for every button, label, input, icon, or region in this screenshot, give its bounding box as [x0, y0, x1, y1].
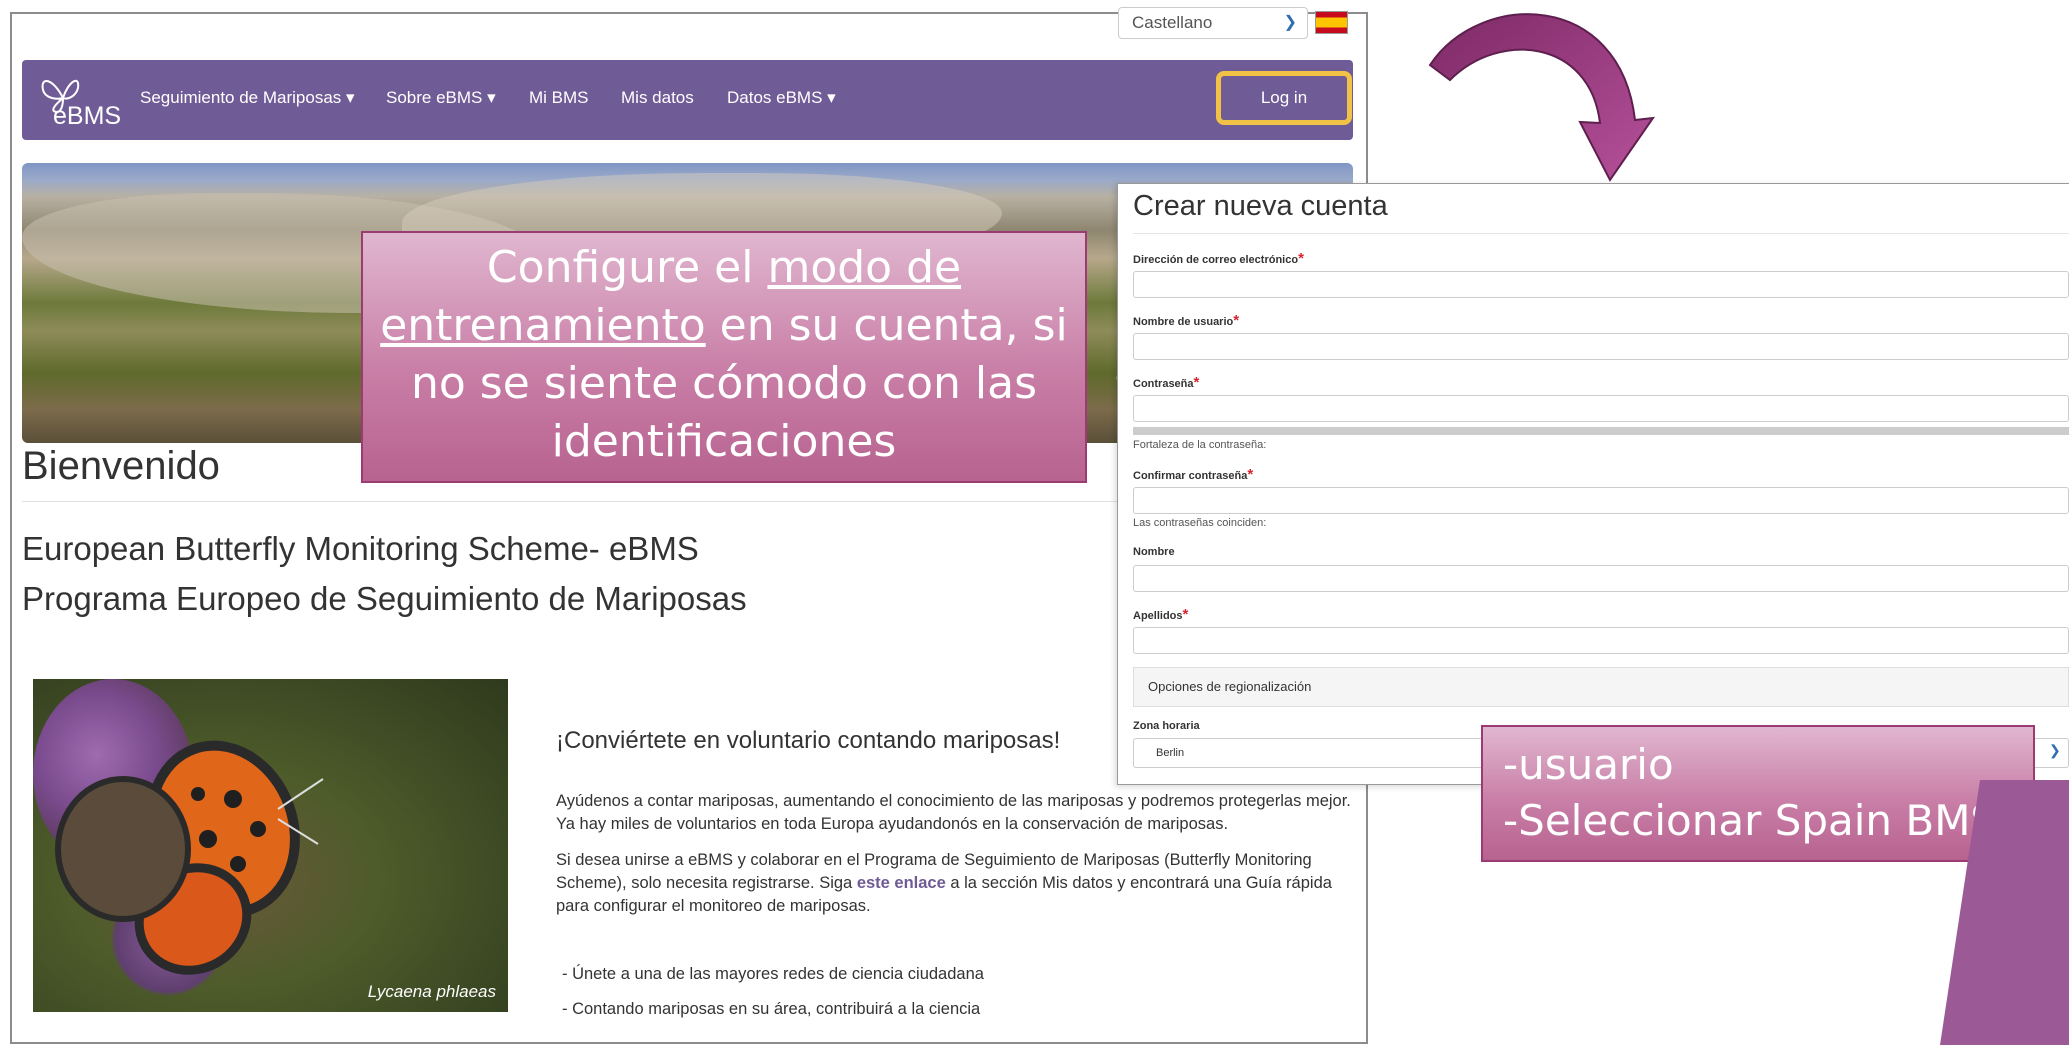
name-label: Nombre — [1133, 546, 1175, 558]
password-strength-label: Fortaleza de la contraseña: — [1133, 439, 1267, 451]
divider — [1133, 233, 2069, 234]
regional-options-panel[interactable]: Opciones de regionalización — [1133, 667, 2069, 707]
page-title: Bienvenido — [22, 444, 220, 488]
butterfly-icon — [55, 740, 324, 975]
bullet-item: - Contando mariposas en su área, contrib… — [562, 1000, 981, 1018]
nav-mis-datos[interactable]: Mis datos — [621, 88, 694, 108]
nav-sobre-ebms[interactable]: Sobre eBMS ▾ — [386, 88, 496, 108]
password-field[interactable] — [1133, 395, 2069, 422]
ebms-logo[interactable]: eBMS — [36, 68, 126, 132]
language-select-value: Castellano — [1132, 13, 1213, 32]
surname-field[interactable] — [1133, 627, 2069, 654]
login-button[interactable]: Log in — [1216, 71, 1352, 125]
spain-flag-icon[interactable] — [1315, 11, 1348, 34]
surname-label: Apellidos* — [1133, 606, 1189, 623]
email-label: Dirección de correo electrónico* — [1133, 250, 1304, 267]
password-match-label: Las contraseñas coinciden: — [1133, 517, 1267, 529]
este-enlace-link[interactable]: este enlace — [857, 874, 946, 892]
volunteer-heading: ¡Conviértete en voluntario contando mari… — [556, 727, 1061, 754]
nav-mi-bms[interactable]: Mi BMS — [529, 88, 589, 108]
nav-seguimiento[interactable]: Seguimiento de Mariposas ▾ — [140, 88, 355, 108]
confirm-password-field[interactable] — [1133, 487, 2069, 514]
divider — [22, 501, 1122, 502]
password-strength-bar — [1133, 427, 2069, 435]
decorative-shape — [1940, 780, 2069, 1045]
subtitle-english: European Butterfly Monitoring Scheme- eB… — [22, 530, 699, 567]
chevron-down-icon: ❯ — [1283, 14, 1297, 31]
curved-arrow-icon — [1428, 13, 1656, 182]
name-field[interactable] — [1133, 565, 2069, 592]
nav-datos-ebms[interactable]: Datos eBMS ▾ — [727, 88, 836, 108]
form-title: Crear nueva cuenta — [1133, 190, 1388, 222]
language-select[interactable]: Castellano ❯ — [1118, 7, 1308, 39]
confirm-password-label: Confirmar contraseña* — [1133, 466, 1254, 483]
signup-paragraph: Si desea unirse a eBMS y colaborar en el… — [556, 851, 1332, 915]
chevron-down-icon: ❯ — [2049, 742, 2061, 758]
subtitle-spanish: Programa Europeo de Seguimiento de Marip… — [22, 580, 747, 617]
bullet-item: - Únete a una de las mayores redes de ci… — [562, 965, 984, 983]
timezone-label: Zona horaria — [1133, 720, 1200, 732]
photo-caption: Lycaena phlaeas — [367, 982, 496, 1001]
password-label: Contraseña* — [1133, 374, 1200, 391]
training-mode-callout: Configure el modo de entrenamiento en su … — [361, 231, 1087, 483]
username-field[interactable] — [1133, 333, 2069, 360]
username-label: Nombre de usuario* — [1133, 312, 1240, 329]
intro-paragraph: Ayúdenos a contar mariposas, aumentando … — [556, 792, 1351, 833]
butterfly-photo: Lycaena phlaeas — [33, 679, 508, 1012]
email-field[interactable] — [1133, 271, 2069, 298]
logo-text: eBMS — [53, 102, 122, 130]
